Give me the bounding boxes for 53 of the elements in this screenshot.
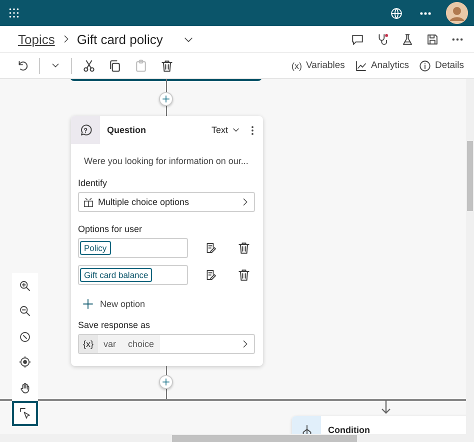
type-dropdown[interactable]: Text xyxy=(211,125,241,135)
target-icon xyxy=(19,356,31,368)
field-label: Options for user xyxy=(78,224,144,234)
clipboard-icon xyxy=(134,58,148,72)
trash-icon xyxy=(237,241,251,255)
breadcrumb-link[interactable]: Topics xyxy=(18,32,55,46)
stethoscope-icon xyxy=(376,32,389,46)
options-icon xyxy=(83,196,94,208)
edit-icon xyxy=(205,269,217,281)
add-node-button[interactable] xyxy=(159,92,173,106)
identify-selector[interactable]: Multiple choice options xyxy=(78,192,255,212)
node-title: Question xyxy=(107,125,146,135)
globe-icon xyxy=(390,6,403,20)
app-grid-icon xyxy=(8,7,20,19)
trash-icon xyxy=(237,268,251,282)
plus-icon xyxy=(161,377,171,387)
trash-icon xyxy=(160,58,174,72)
canvas-tool-button[interactable] xyxy=(12,400,38,426)
zoom-in-icon xyxy=(19,280,31,292)
toolbar-link[interactable]: (x) Variables xyxy=(292,60,345,71)
toolbar-link[interactable]: Analytics xyxy=(354,60,409,72)
info-icon xyxy=(418,60,431,72)
chart-icon xyxy=(354,60,367,72)
topic-title: Gift card policy xyxy=(76,32,163,46)
toolbar-link[interactable]: Details xyxy=(418,60,464,72)
field-label: Save response as xyxy=(78,320,152,330)
question-icon xyxy=(79,124,92,136)
variable-selector[interactable]: {x} var choice xyxy=(78,334,255,354)
node-title: Condition xyxy=(328,425,370,437)
branch-icon xyxy=(300,424,312,436)
message-text: Were you looking for information on our... xyxy=(83,155,250,168)
new-option-button[interactable]: New option xyxy=(82,298,255,310)
zoom-out-icon xyxy=(19,305,31,318)
option-field[interactable]: Gift card balance xyxy=(78,265,188,285)
compass-icon xyxy=(19,330,31,343)
plus-icon xyxy=(161,94,171,104)
chat-icon xyxy=(351,32,364,46)
undo-icon xyxy=(16,59,29,72)
scissors-icon xyxy=(82,58,96,72)
plus-icon xyxy=(82,298,94,310)
flask-icon xyxy=(401,32,414,46)
avatar-icon[interactable] xyxy=(446,2,468,24)
arrow-icon xyxy=(381,400,391,415)
scrollbar[interactable] xyxy=(0,434,474,442)
add-node-button[interactable] xyxy=(159,375,173,389)
option-field[interactable]: Policy xyxy=(78,238,188,258)
pointer-icon xyxy=(19,407,31,420)
field-label: Identify xyxy=(78,178,108,188)
hand-icon xyxy=(19,382,31,394)
save-icon xyxy=(426,32,439,46)
copy-icon xyxy=(108,58,122,72)
edit-icon xyxy=(205,242,217,254)
scrollbar[interactable] xyxy=(466,79,474,434)
